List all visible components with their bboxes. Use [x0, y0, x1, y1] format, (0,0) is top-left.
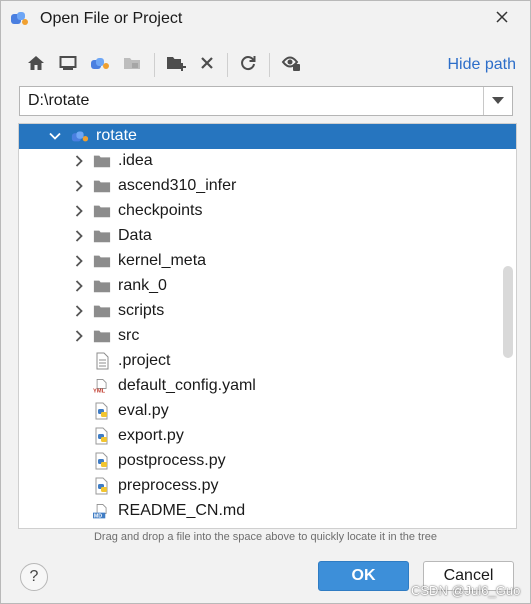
toolbar-divider	[154, 53, 155, 77]
project-icon	[71, 127, 89, 145]
tree-file-row[interactable]: postprocess.py	[19, 449, 516, 474]
new-folder-button[interactable]	[164, 53, 188, 77]
folder-icon	[93, 202, 111, 220]
yaml-file-icon: YML	[93, 377, 111, 395]
folder-icon	[93, 277, 111, 295]
chevron-down-icon[interactable]	[49, 130, 61, 142]
svg-text:YML: YML	[93, 389, 106, 395]
project-button[interactable]	[88, 53, 112, 77]
tree-scrollbar-thumb[interactable]	[503, 266, 513, 358]
show-hidden-icon	[281, 54, 301, 77]
tree-item-label: Data	[118, 227, 152, 244]
markdown-file-icon: MD	[93, 502, 111, 520]
chevron-down-icon	[492, 92, 504, 110]
tree-file-row[interactable]: eval.py	[19, 399, 516, 424]
folder-icon	[93, 152, 111, 170]
path-input[interactable]	[20, 87, 484, 115]
tree-item-label: kernel_meta	[118, 252, 207, 269]
tree-folder-row[interactable]: rank_0	[19, 274, 516, 299]
folder-icon	[93, 302, 111, 320]
tree-file-row[interactable]: preprocess.py	[19, 474, 516, 499]
chevron-right-icon[interactable]	[73, 280, 85, 292]
tree-folder-row[interactable]: scripts	[19, 299, 516, 324]
toolbar-divider	[269, 53, 270, 77]
tree-item-label: rotate	[96, 127, 137, 144]
folder-icon	[93, 252, 111, 270]
ok-button[interactable]: OK	[318, 561, 409, 591]
desktop-button[interactable]	[56, 53, 80, 77]
tree-folder-row[interactable]: Data	[19, 224, 516, 249]
tree-item-label: .project	[118, 352, 171, 369]
python-file-icon	[93, 477, 111, 495]
tree-file-row[interactable]: export.py	[19, 424, 516, 449]
tree-item-label: postprocess.py	[118, 452, 226, 469]
delete-icon	[200, 56, 214, 75]
text-file-icon	[93, 352, 111, 370]
tree-folder-row[interactable]: ascend310_infer	[19, 174, 516, 199]
delete-button[interactable]	[195, 53, 219, 77]
tree-folder-row[interactable]: .idea	[19, 149, 516, 174]
tree-item-label: checkpoints	[118, 202, 203, 219]
folder-icon	[93, 177, 111, 195]
home-icon	[27, 55, 45, 76]
file-tree[interactable]: rotate .idea ascend310_infer checkpoints Dat…	[18, 123, 517, 529]
module-button[interactable]	[120, 53, 144, 77]
chevron-right-icon[interactable]	[73, 155, 85, 167]
tree-item-label: README_CN.md	[118, 502, 246, 519]
chevron-right-icon[interactable]	[73, 330, 85, 342]
tree-file-row[interactable]: YML default_config.yaml	[19, 374, 516, 399]
chevron-right-icon[interactable]	[73, 180, 85, 192]
tree-item-label: ascend310_infer	[118, 177, 237, 194]
home-button[interactable]	[24, 53, 48, 77]
folder-icon	[93, 327, 111, 345]
close-icon	[495, 10, 509, 29]
tree-folder-row[interactable]: kernel_meta	[19, 249, 516, 274]
tree-file-row[interactable]: MD README_CN.md	[19, 499, 516, 524]
open-file-dialog: Open File or Project Hide path D:\rotate…	[0, 0, 531, 604]
title-bar: Open File or Project	[1, 1, 530, 39]
chevron-right-icon[interactable]	[73, 305, 85, 317]
tree-item-label: preprocess.py	[118, 477, 219, 494]
dialog-title: Open File or Project	[40, 10, 183, 27]
tree-folder-row[interactable]: src	[19, 324, 516, 349]
tree-item-label: eval.py	[118, 402, 169, 419]
tree-item-label: src	[118, 327, 140, 344]
folder-icon	[93, 227, 111, 245]
python-file-icon	[93, 427, 111, 445]
tree-item-label: default_config.yaml	[118, 377, 256, 394]
tree-folder-row[interactable]: rotate	[19, 124, 516, 149]
help-button[interactable]: ?	[20, 563, 48, 591]
tree-item-label: scripts	[118, 302, 165, 319]
toolbar: Hide path	[1, 49, 530, 81]
show-hidden-button[interactable]	[279, 53, 303, 77]
refresh-button[interactable]	[236, 53, 260, 77]
tree-item-label: export.py	[118, 427, 184, 444]
path-field	[19, 86, 513, 116]
tree-folder-row[interactable]: checkpoints	[19, 199, 516, 224]
refresh-icon	[239, 54, 257, 77]
python-file-icon	[93, 402, 111, 420]
toolbar-divider	[227, 53, 228, 77]
close-button[interactable]	[487, 5, 517, 33]
project-icon	[10, 10, 30, 26]
svg-text:MD: MD	[94, 514, 102, 520]
tree-item-label: rank_0	[118, 277, 167, 294]
tree-file-row[interactable]: .project	[19, 349, 516, 374]
project-icon	[90, 55, 110, 76]
chevron-right-icon[interactable]	[73, 205, 85, 217]
desktop-icon	[59, 55, 77, 76]
path-history-dropdown[interactable]	[483, 87, 512, 115]
chevron-right-icon[interactable]	[73, 255, 85, 267]
module-icon	[123, 55, 141, 76]
chevron-right-icon[interactable]	[73, 230, 85, 242]
hide-path-link[interactable]: Hide path	[448, 56, 517, 74]
tree-item-label: .idea	[118, 152, 153, 169]
csdn-watermark: CSDN @Jul6_Guo	[411, 583, 521, 598]
drag-drop-hint: Drag and drop a file into the space abov…	[93, 531, 438, 543]
python-file-icon	[93, 452, 111, 470]
new-folder-icon	[166, 55, 186, 76]
